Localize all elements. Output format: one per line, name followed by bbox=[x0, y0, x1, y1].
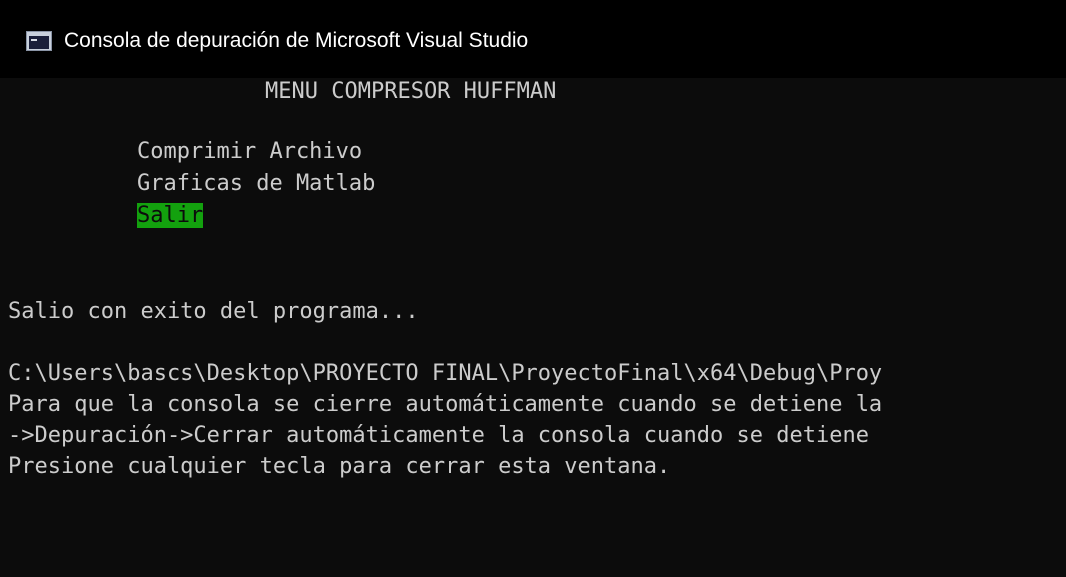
window-title: Consola de depuración de Microsoft Visua… bbox=[64, 29, 529, 52]
menu-option-salir: Salir bbox=[137, 200, 204, 232]
output-line-auto-close-hint: Para que la consola se cierre automática… bbox=[8, 392, 883, 417]
output-line-settings-path: ->Depuración->Cerrar automáticamente la … bbox=[8, 423, 869, 448]
console-output[interactable]: MENU COMPRESOR HUFFMAN Comprimir Archivo… bbox=[0, 78, 1066, 577]
title-bar[interactable]: Consola de depuración de Microsoft Visua… bbox=[0, 0, 1066, 78]
console-app-icon bbox=[26, 31, 52, 51]
exit-message: Salio con exito del programa... bbox=[8, 299, 419, 324]
console-window: Consola de depuración de Microsoft Visua… bbox=[0, 0, 1066, 577]
menu-option-graficas: Graficas de Matlab bbox=[137, 171, 376, 196]
selected-option-highlight: Salir bbox=[137, 203, 204, 228]
output-line-path: C:\Users\bascs\Desktop\PROYECTO FINAL\Pr… bbox=[8, 361, 883, 386]
output-line-press-key: Presione cualquier tecla para cerrar est… bbox=[8, 454, 671, 479]
menu-option-comprimir: Comprimir Archivo bbox=[137, 139, 363, 164]
menu-heading: MENU COMPRESOR HUFFMAN bbox=[265, 79, 557, 104]
